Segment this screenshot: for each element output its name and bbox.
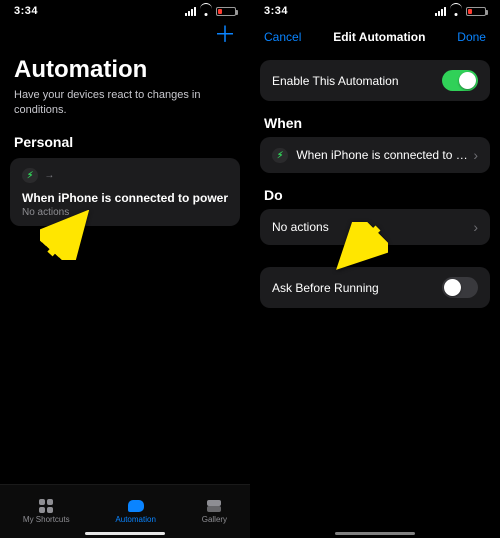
battery-icon: [216, 7, 236, 16]
home-indicator[interactable]: [85, 532, 165, 535]
tab-my-shortcuts[interactable]: My Shortcuts: [23, 499, 70, 524]
nav-title: Edit Automation: [333, 30, 425, 44]
battery-icon: [466, 7, 486, 16]
when-label: When iPhone is connected to power: [296, 148, 473, 162]
tab-label: My Shortcuts: [23, 515, 70, 524]
cell-signal-icon: [185, 7, 196, 16]
wifi-icon: [450, 7, 462, 16]
status-bar: 3:34: [250, 0, 500, 22]
section-header-personal: Personal: [14, 134, 236, 150]
status-time: 3:34: [14, 5, 38, 17]
when-row[interactable]: ⚡︎ When iPhone is connected to power ›: [260, 137, 490, 173]
cell-signal-icon: [435, 7, 446, 16]
automation-icon: [128, 500, 144, 512]
wifi-icon: [200, 7, 212, 16]
chevron-right-icon: ›: [473, 147, 478, 163]
done-button[interactable]: Done: [457, 30, 486, 44]
gallery-icon: [207, 500, 221, 512]
annotation-arrow-icon: [332, 222, 388, 272]
tab-gallery[interactable]: Gallery: [202, 499, 227, 524]
ask-before-running-row[interactable]: Ask Before Running: [260, 267, 490, 308]
tab-label: Automation: [115, 515, 155, 524]
enable-label: Enable This Automation: [272, 74, 399, 88]
charger-icon: ⚡︎: [22, 168, 38, 183]
enable-toggle[interactable]: [442, 70, 478, 91]
annotation-arrow-icon: [40, 210, 96, 260]
section-header-do: Do: [264, 187, 486, 203]
arrow-right-icon: →: [44, 170, 54, 181]
enable-automation-row[interactable]: Enable This Automation: [260, 60, 490, 101]
add-automation-button[interactable]: ＋: [214, 24, 236, 46]
page-title: Automation: [14, 56, 236, 84]
do-label: No actions: [272, 220, 329, 234]
section-header-when: When: [264, 115, 486, 131]
tab-automation[interactable]: Automation: [115, 499, 155, 524]
tab-label: Gallery: [202, 515, 227, 524]
edit-automation-screen: 3:34 Cancel Edit Automation Done Enable …: [250, 0, 500, 538]
charger-icon: ⚡︎: [272, 148, 288, 163]
status-icons: [185, 7, 236, 16]
grid-icon: [39, 499, 53, 513]
ask-toggle[interactable]: [442, 277, 478, 298]
automation-title: When iPhone is connected to power: [22, 191, 228, 205]
home-indicator[interactable]: [335, 532, 415, 535]
status-icons: [435, 7, 486, 16]
chevron-right-icon: ›: [473, 219, 478, 235]
ask-label: Ask Before Running: [272, 281, 379, 295]
tab-bar: My Shortcuts Automation Gallery: [0, 484, 250, 538]
status-time: 3:34: [264, 5, 288, 17]
nav-bar: Cancel Edit Automation Done: [250, 22, 500, 54]
cancel-button[interactable]: Cancel: [264, 30, 301, 44]
status-bar: 3:34: [0, 0, 250, 22]
automation-list-screen: 3:34 ＋ Automation Have your devices reac…: [0, 0, 250, 538]
page-subtitle: Have your devices react to changes in co…: [14, 88, 236, 118]
